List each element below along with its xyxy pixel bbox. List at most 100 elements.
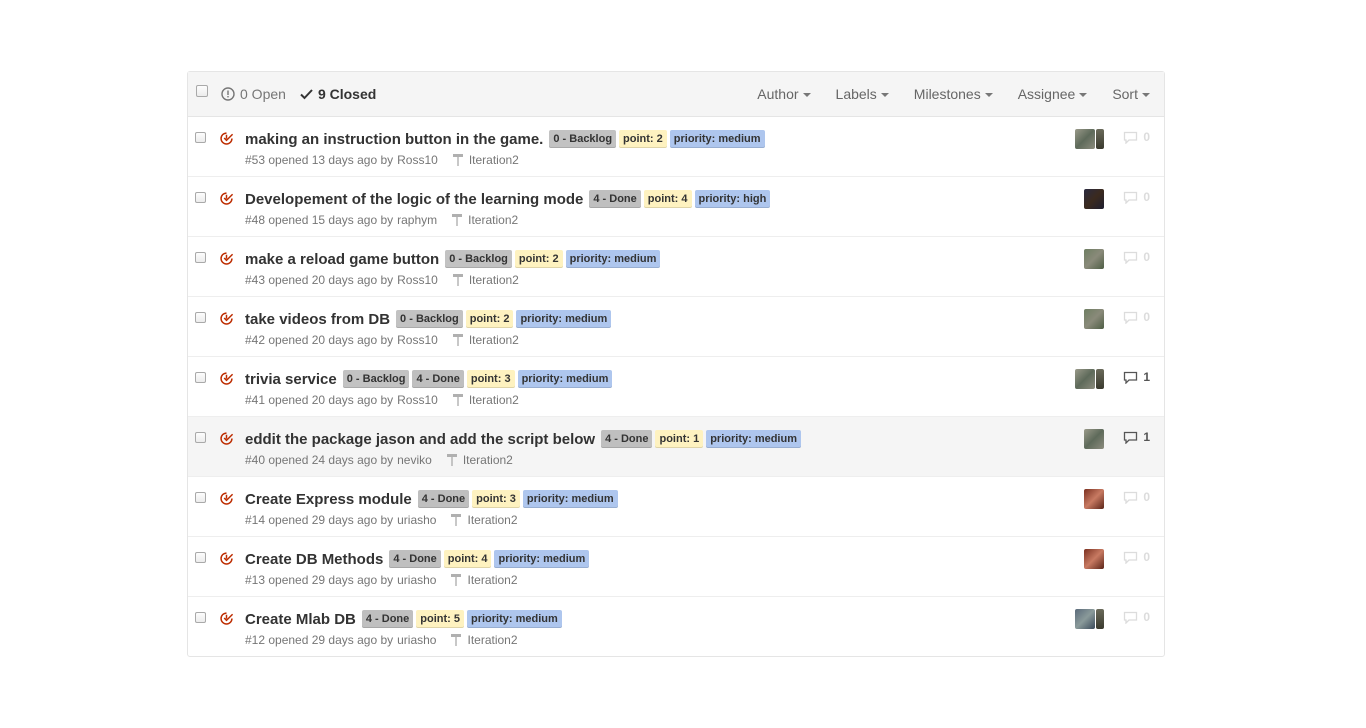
issue-label[interactable]: point: 4	[643, 190, 692, 208]
sort-dropdown[interactable]: Sort	[1112, 86, 1150, 102]
issue-label[interactable]: point: 1	[655, 430, 704, 448]
comments-link[interactable]: 0	[1123, 190, 1150, 204]
issue-checkbox[interactable]	[195, 552, 206, 563]
assignee-avatar[interactable]	[1084, 189, 1104, 209]
comments-link[interactable]: 0	[1123, 250, 1150, 264]
issue-label[interactable]: priority: medium	[516, 310, 612, 328]
issue-label[interactable]: point: 2	[465, 310, 514, 328]
labels-filter-dropdown[interactable]: Labels	[836, 86, 889, 102]
issue-row[interactable]: take videos from DB 0 - Backlog point: 2p…	[188, 297, 1164, 357]
assignee-avatar[interactable]	[1096, 129, 1104, 149]
issue-title-link[interactable]: take videos from DB	[245, 311, 390, 328]
issue-label[interactable]: priority: medium	[466, 610, 562, 628]
assignee-filter-dropdown[interactable]: Assignee	[1018, 86, 1088, 102]
open-issues-link[interactable]: 0 Open	[221, 86, 286, 102]
milestone-link[interactable]: Iteration2	[452, 393, 519, 407]
issue-label[interactable]: 4 - Done	[412, 370, 464, 388]
closed-issues-link[interactable]: 9 Closed	[300, 86, 376, 102]
issue-title-link[interactable]: Create Express module	[245, 491, 412, 508]
issue-row[interactable]: eddit the package jason and add the scri…	[188, 417, 1164, 477]
comments-link[interactable]: 0	[1123, 130, 1150, 144]
issue-label[interactable]: 0 - Backlog	[396, 310, 463, 328]
issue-author-link[interactable]: Ross10	[397, 153, 438, 167]
issue-label[interactable]: priority: medium	[494, 550, 590, 568]
issue-checkbox[interactable]	[195, 252, 206, 263]
issue-label[interactable]: priority: medium	[706, 430, 801, 448]
assignee-avatar[interactable]	[1084, 549, 1104, 569]
select-all-checkbox[interactable]	[196, 85, 208, 97]
milestone-link[interactable]: Iteration2	[446, 453, 513, 467]
milestone-link[interactable]: Iteration2	[452, 153, 519, 167]
issue-row[interactable]: make a reload game button 0 - Backlog poi…	[188, 237, 1164, 297]
milestone-link[interactable]: Iteration2	[452, 333, 519, 347]
issue-title-link[interactable]: make a reload game button	[245, 251, 439, 268]
issue-label[interactable]: 4 - Done	[417, 490, 470, 508]
issue-label[interactable]: 0 - Backlog	[445, 250, 512, 268]
assignee-avatar[interactable]	[1084, 489, 1104, 509]
milestone-link[interactable]: Iteration2	[450, 573, 518, 587]
issue-row[interactable]: Developement of the logic of the learnin…	[188, 177, 1164, 237]
assignee-avatar[interactable]	[1075, 369, 1095, 389]
issue-author-link[interactable]: Ross10	[397, 333, 438, 347]
issue-author-link[interactable]: Ross10	[397, 393, 438, 407]
issue-row[interactable]: trivia service 0 - Backlog 4 - Done point:…	[188, 357, 1164, 417]
issue-label[interactable]: 4 - Done	[601, 430, 653, 448]
issue-label[interactable]: point: 2	[619, 130, 667, 148]
issue-author-link[interactable]: raphym	[397, 213, 437, 227]
issue-checkbox[interactable]	[195, 432, 206, 443]
issue-title-link[interactable]: eddit the package jason and add the scri…	[245, 431, 595, 448]
issue-label[interactable]: priority: medium	[669, 130, 765, 148]
assignee-avatar[interactable]	[1075, 129, 1095, 149]
milestone-link[interactable]: Iteration2	[450, 513, 518, 527]
issue-row[interactable]: Create Express module 4 - Done point: 3 pr…	[188, 477, 1164, 537]
issue-row[interactable]: Create DB Methods 4 - Done point: 4 priori…	[188, 537, 1164, 597]
issue-label[interactable]: priority: medium	[522, 490, 618, 508]
issue-checkbox[interactable]	[195, 372, 206, 383]
issue-label[interactable]: 4 - Done	[361, 610, 414, 628]
issue-label[interactable]: point: 3	[472, 490, 520, 508]
assignee-avatar[interactable]	[1084, 309, 1104, 329]
issue-author-link[interactable]: uriasho	[397, 573, 436, 587]
issue-author-link[interactable]: uriasho	[397, 513, 436, 527]
assignee-avatar[interactable]	[1096, 609, 1104, 629]
comments-link[interactable]: 1	[1123, 370, 1150, 384]
assignee-avatar[interactable]	[1084, 249, 1104, 269]
issue-title-link[interactable]: trivia service	[245, 371, 337, 388]
issue-label[interactable]: priority: medium	[565, 250, 661, 268]
issue-title-link[interactable]: making an instruction button in the game…	[245, 131, 543, 148]
issue-author-link[interactable]: uriasho	[397, 633, 436, 647]
issue-author-link[interactable]: Ross10	[397, 273, 438, 287]
issue-label[interactable]: priority: high	[694, 190, 771, 208]
issue-row[interactable]: making an instruction button in the game…	[188, 117, 1164, 177]
issue-title-link[interactable]: Create Mlab DB	[245, 611, 356, 628]
comments-link[interactable]: 0	[1123, 310, 1150, 324]
issue-label[interactable]: 4 - Done	[389, 550, 441, 568]
assignee-avatar[interactable]	[1075, 609, 1095, 629]
issue-row[interactable]: Create Mlab DB 4 - Done point: 5 priority:…	[188, 597, 1164, 656]
issue-checkbox[interactable]	[195, 492, 206, 503]
issue-label[interactable]: 0 - Backlog	[342, 370, 410, 388]
milestone-link[interactable]: Iteration2	[452, 273, 519, 287]
milestone-link[interactable]: Iteration2	[451, 213, 518, 227]
issue-label[interactable]: 4 - Done	[589, 190, 641, 208]
comments-link[interactable]: 0	[1123, 490, 1150, 504]
issue-title-link[interactable]: Developement of the logic of the learnin…	[245, 191, 583, 208]
assignee-avatar[interactable]	[1096, 369, 1104, 389]
issue-checkbox[interactable]	[195, 192, 206, 203]
comments-link[interactable]: 0	[1123, 610, 1150, 624]
issue-author-link[interactable]: neviko	[397, 453, 432, 467]
issue-title-link[interactable]: Create DB Methods	[245, 551, 383, 568]
issue-label[interactable]: 0 - Backlog	[549, 130, 617, 148]
author-filter-dropdown[interactable]: Author	[757, 86, 811, 102]
assignee-avatar[interactable]	[1084, 429, 1104, 449]
issue-checkbox[interactable]	[195, 132, 206, 143]
issue-label[interactable]: point: 5	[416, 610, 464, 628]
milestones-filter-dropdown[interactable]: Milestones	[914, 86, 993, 102]
issue-label[interactable]: point: 4	[443, 550, 492, 568]
issue-label[interactable]: point: 2	[514, 250, 563, 268]
issue-checkbox[interactable]	[195, 612, 206, 623]
comments-link[interactable]: 0	[1123, 550, 1150, 564]
issue-label[interactable]: priority: medium	[517, 370, 613, 388]
comments-link[interactable]: 1	[1123, 430, 1150, 444]
issue-checkbox[interactable]	[195, 312, 206, 323]
